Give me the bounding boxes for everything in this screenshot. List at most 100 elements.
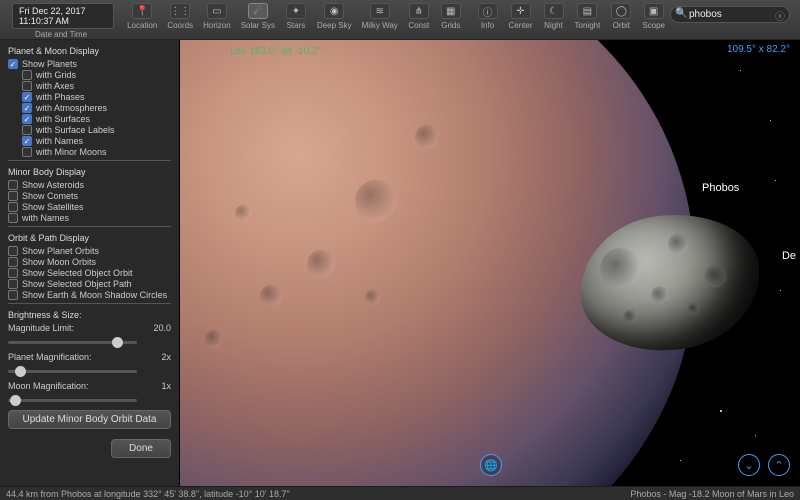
status-right: Phobos - Mag -18.2 Moon of Mars in Leo: [630, 489, 794, 499]
toolbar-orbit-button[interactable]: ◯ Orbit: [605, 0, 637, 39]
toolbar-grids-button[interactable]: ▦Grids: [435, 0, 467, 39]
checkbox-icon[interactable]: [8, 279, 18, 289]
toolbar-solarsys-button[interactable]: ☄ Solar Sys: [236, 0, 280, 39]
checkbox-icon[interactable]: [22, 125, 32, 135]
done-button[interactable]: Done: [111, 439, 171, 458]
planet-moon-label: with Atmospheres: [36, 103, 107, 113]
toolbar-location-label: Location: [127, 21, 157, 30]
sky-view[interactable]: Leo 163.0° alt -10.2° 109.5° x 82.2° Pho…: [180, 40, 800, 486]
planet-moon-item[interactable]: with Grids: [22, 70, 171, 80]
planet-moon-label: with Minor Moons: [36, 147, 107, 157]
checkbox-icon[interactable]: [8, 213, 18, 223]
orbit-path-item[interactable]: Show Selected Object Orbit: [8, 268, 171, 278]
update-orbit-button[interactable]: Update Minor Body Orbit Data: [8, 410, 171, 429]
checkbox-icon[interactable]: [8, 257, 18, 267]
toolbar-stars-button[interactable]: ✦Stars: [280, 0, 312, 39]
minor-body-label: with Names: [22, 213, 69, 223]
checkbox-icon[interactable]: [22, 114, 32, 124]
nav-globe-icon[interactable]: 🌐: [480, 454, 502, 476]
info-icon: ⓘ: [478, 3, 498, 19]
orbit-path-label: Show Moon Orbits: [22, 257, 96, 267]
checkbox-icon[interactable]: [22, 147, 32, 157]
planet-moon-item[interactable]: with Axes: [22, 81, 171, 91]
checkbox-icon[interactable]: [22, 92, 32, 102]
tonight-icon: ▤: [577, 3, 597, 19]
planet-moon-item[interactable]: with Atmospheres: [22, 103, 171, 113]
toolbar-orbit-label: Orbit: [613, 21, 630, 30]
solarsys-icon: ☄: [248, 3, 268, 19]
toolbar-tonight-button[interactable]: ▤ Tonight: [570, 0, 606, 39]
clear-search-icon[interactable]: ⓧ: [775, 8, 785, 23]
toolbar-tonight-label: Tonight: [575, 21, 601, 30]
toolbar: Fri Dec 22, 2017 11:10:37 AM Date and Ti…: [0, 0, 800, 40]
mag-limit-value: 20.0: [153, 323, 171, 333]
minor-body-item[interactable]: Show Asteroids: [8, 180, 171, 190]
minor-body-label: Show Asteroids: [22, 180, 84, 190]
toolbar-coords-label: Coords: [167, 21, 193, 30]
checkbox-icon[interactable]: [8, 202, 18, 212]
toolbar-deepsky-label: Deep Sky: [317, 21, 352, 30]
section-brightness: Brightness & Size:: [8, 310, 171, 320]
orbit-path-label: Show Earth & Moon Shadow Circles: [22, 290, 167, 300]
toolbar-scope-label: Scope: [642, 21, 665, 30]
sidebar: Planet & Moon Display Show Planetswith G…: [0, 40, 180, 486]
night-icon: ☾: [544, 3, 564, 19]
orbit-path-label: Show Selected Object Path: [22, 279, 132, 289]
toolbar-deepsky-button[interactable]: ◉Deep Sky: [312, 0, 357, 39]
mag-limit-slider[interactable]: [8, 341, 137, 344]
planet-moon-item[interactable]: with Phases: [22, 92, 171, 102]
mag-limit-label: Magnitude Limit:: [8, 323, 74, 333]
toolbar-info-label: Info: [481, 21, 494, 30]
nav-up-icon[interactable]: ⌃: [768, 454, 790, 476]
planet-moon-item[interactable]: with Minor Moons: [22, 147, 171, 157]
de-label: De: [782, 250, 796, 262]
toolbar-horizon-button[interactable]: ▭Horizon: [198, 0, 236, 39]
status-bar: 44.4 km from Phobos at longitude 332° 45…: [0, 486, 800, 500]
checkbox-icon[interactable]: [8, 290, 18, 300]
planet-moon-item[interactable]: with Names: [22, 136, 171, 146]
toolbar-night-button[interactable]: ☾Night: [538, 0, 570, 39]
planet-mag-slider[interactable]: [8, 370, 137, 373]
moon-mag-label: Moon Magnification:: [8, 381, 89, 391]
planet-moon-item[interactable]: with Surface Labels: [22, 125, 171, 135]
toolbar-info-button[interactable]: ⓘ Info: [472, 0, 504, 39]
search-input[interactable]: [670, 6, 790, 23]
toolbar-center-button[interactable]: ✛Center: [504, 0, 538, 39]
datetime-field[interactable]: Fri Dec 22, 2017 11:10:37 AM: [12, 3, 114, 29]
orbit-path-item[interactable]: Show Moon Orbits: [8, 257, 171, 267]
planet-mag-label: Planet Magnification:: [8, 352, 92, 362]
checkbox-icon[interactable]: [8, 59, 18, 69]
checkbox-icon[interactable]: [8, 246, 18, 256]
search-icon: 🔍: [675, 8, 687, 19]
moon-mag-slider[interactable]: [8, 399, 137, 402]
checkbox-icon[interactable]: [22, 70, 32, 80]
toolbar-scope-button[interactable]: ▣Scope: [637, 0, 670, 39]
checkbox-icon[interactable]: [8, 268, 18, 278]
orbit-path-item[interactable]: Show Selected Object Path: [8, 279, 171, 289]
checkbox-icon[interactable]: [22, 81, 32, 91]
minor-body-item[interactable]: Show Comets: [8, 191, 171, 201]
minor-body-item[interactable]: Show Satellites: [8, 202, 171, 212]
toolbar-location-button[interactable]: 📍Location: [122, 0, 162, 39]
toolbar-const-label: Const: [408, 21, 429, 30]
orbit-path-item[interactable]: Show Earth & Moon Shadow Circles: [8, 290, 171, 300]
toolbar-horizon-label: Horizon: [203, 21, 231, 30]
orbit-icon: ◯: [611, 3, 631, 19]
checkbox-icon[interactable]: [8, 191, 18, 201]
toolbar-coords-button[interactable]: ⋮⋮Coords: [162, 0, 198, 39]
planet-moon-item[interactable]: Show Planets: [8, 59, 171, 69]
constellation-label: Leo 163.0° alt -10.2°: [230, 46, 321, 57]
toolbar-solarsys-label: Solar Sys: [241, 21, 275, 30]
const-icon: ⋔: [409, 3, 429, 19]
toolbar-const-button[interactable]: ⋔ Const: [403, 0, 435, 39]
checkbox-icon[interactable]: [22, 103, 32, 113]
checkbox-icon[interactable]: [8, 180, 18, 190]
nav-down-icon[interactable]: ⌄: [738, 454, 760, 476]
datetime-group: Fri Dec 22, 2017 11:10:37 AM Date and Ti…: [0, 0, 122, 39]
planet-moon-label: with Phases: [36, 92, 85, 102]
minor-body-item[interactable]: with Names: [8, 213, 171, 223]
planet-moon-item[interactable]: with Surfaces: [22, 114, 171, 124]
toolbar-milkyway-button[interactable]: ≋Milky Way: [357, 0, 403, 39]
checkbox-icon[interactable]: [22, 136, 32, 146]
orbit-path-item[interactable]: Show Planet Orbits: [8, 246, 171, 256]
